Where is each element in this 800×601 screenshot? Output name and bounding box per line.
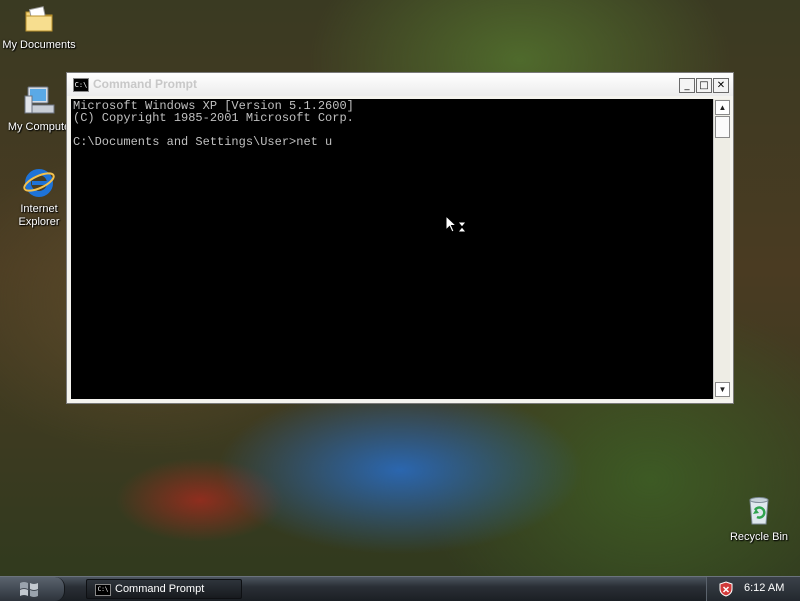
- busy-cursor-icon: [445, 215, 468, 233]
- console-line: (C) Copyright 1985-2001 Microsoft Corp.: [73, 111, 354, 125]
- folder-icon: [25, 6, 53, 32]
- computer-icon: [24, 86, 55, 114]
- desktop-icon-recycle-bin[interactable]: Recycle Bin: [720, 494, 798, 544]
- desktop-icon-label: Recycle Bin: [729, 531, 789, 543]
- minimize-button[interactable]: _: [679, 78, 695, 93]
- scroll-up-button[interactable]: ▲: [715, 100, 730, 115]
- console-prompt-line[interactable]: C:\Documents and Settings\User>net u: [73, 136, 711, 148]
- windows-logo-icon: [20, 582, 38, 597]
- maximize-button[interactable]: □: [696, 78, 712, 93]
- system-tray: 6:12 AM: [706, 577, 800, 601]
- window-title: Command Prompt: [93, 77, 198, 91]
- internet-explorer-icon: [23, 169, 55, 197]
- command-prompt-icon: C:\: [73, 78, 89, 92]
- scrollbar-thumb[interactable]: [715, 116, 730, 138]
- close-button[interactable]: ✕: [713, 78, 729, 93]
- desktop-icon-my-documents[interactable]: My Documents: [0, 2, 78, 52]
- scroll-down-button[interactable]: ▼: [715, 382, 730, 397]
- taskbar-item-label: Command Prompt: [115, 583, 205, 595]
- title-bar[interactable]: C:\ Command Prompt _ □ ✕: [67, 73, 733, 96]
- vertical-scrollbar[interactable]: ▲ ▼: [713, 99, 730, 399]
- clock[interactable]: 6:12 AM: [744, 582, 784, 594]
- taskbar: C:\ Command Prompt 6:12 AM: [0, 576, 800, 601]
- start-button[interactable]: [0, 577, 65, 601]
- command-prompt-window[interactable]: C:\ Command Prompt _ □ ✕ Microsoft Windo…: [66, 72, 734, 404]
- console-output[interactable]: Microsoft Windows XP [Version 5.1.2600](…: [71, 99, 713, 399]
- desktop-icon-label: My Documents: [2, 39, 76, 51]
- recycle-bin-icon: [749, 497, 769, 525]
- security-shield-icon[interactable]: [719, 581, 733, 597]
- command-prompt-icon: C:\: [95, 584, 111, 596]
- taskbar-item-command-prompt[interactable]: C:\ Command Prompt: [86, 579, 242, 599]
